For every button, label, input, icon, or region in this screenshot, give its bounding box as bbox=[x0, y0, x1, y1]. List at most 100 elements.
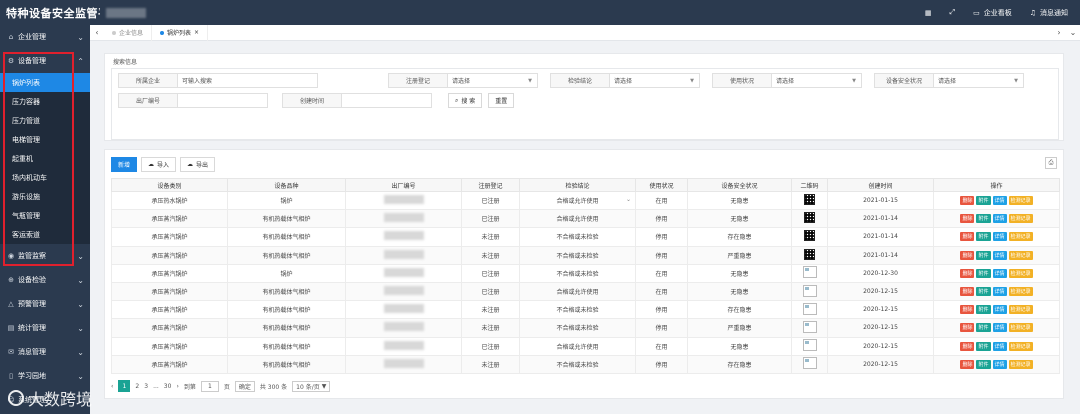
qrcode-image[interactable] bbox=[804, 212, 815, 224]
detail-button[interactable]: 详情 bbox=[992, 359, 1007, 369]
grid-icon[interactable]: ▦ bbox=[925, 9, 932, 17]
attachment-button[interactable]: 附件 bbox=[976, 305, 991, 315]
sidebar-sub-elevator[interactable]: 电梯管理 bbox=[0, 130, 90, 149]
cell-qrcode[interactable] bbox=[791, 190, 828, 211]
sidebar-sub-ropeway[interactable]: 客运索道 bbox=[0, 225, 90, 244]
inspection-record-button[interactable]: 检测记录 bbox=[1008, 268, 1033, 278]
sidebar-item-enterprise[interactable]: ⌂ 企业管理 ⌄ bbox=[0, 25, 90, 49]
attachment-button[interactable]: 附件 bbox=[976, 250, 991, 260]
attachment-button[interactable]: 附件 bbox=[976, 287, 991, 297]
cell-qrcode[interactable] bbox=[791, 318, 828, 338]
expand-icon[interactable]: ⤢ bbox=[949, 8, 955, 17]
sidebar-item-supervision[interactable]: ◉ 监管监察 ⌄ bbox=[0, 244, 90, 268]
detail-button[interactable]: 详情 bbox=[992, 305, 1007, 315]
col-qrcode[interactable]: 二维码 bbox=[791, 178, 828, 192]
cell-qrcode[interactable] bbox=[791, 281, 828, 302]
add-button[interactable]: 新增 bbox=[111, 157, 138, 172]
col-use-status[interactable]: 使用状况 bbox=[635, 178, 688, 192]
col-create-time[interactable]: 创建时间 bbox=[827, 178, 934, 192]
conclusion-select[interactable]: 请选择 ▼ bbox=[610, 73, 700, 88]
sidebar-item-learning[interactable]: ▯ 学习园地 ⌄ bbox=[0, 364, 90, 388]
detail-button[interactable]: 详情 bbox=[992, 287, 1007, 297]
sidebar-sub-pressure-pipe[interactable]: 压力管道 bbox=[0, 111, 90, 130]
sidebar-item-system[interactable]: ☺ 系统管理 ⌄ bbox=[0, 388, 90, 412]
chevron-right-icon[interactable]: › bbox=[1052, 28, 1066, 37]
broken-image-icon[interactable] bbox=[802, 357, 817, 370]
attachment-button[interactable]: 附件 bbox=[976, 268, 991, 278]
delete-button[interactable]: 删除 bbox=[960, 232, 975, 242]
inspection-record-button[interactable]: 检测记录 bbox=[1008, 196, 1033, 206]
attachment-button[interactable]: 附件 bbox=[976, 196, 991, 206]
safety-select[interactable]: 请选择 ▼ bbox=[934, 73, 1024, 88]
detail-button[interactable]: 详情 bbox=[992, 196, 1007, 206]
col-category[interactable]: 设备类别 bbox=[111, 178, 228, 192]
col-registration[interactable]: 注册登记 bbox=[461, 178, 520, 192]
cell-qrcode[interactable] bbox=[791, 300, 828, 320]
sidebar-sub-pressure-vessel[interactable]: 压力容器 bbox=[0, 92, 90, 111]
delete-button[interactable]: 删除 bbox=[960, 305, 975, 315]
sidebar-sub-cylinder[interactable]: 气瓶管理 bbox=[0, 206, 90, 225]
inspection-record-button[interactable]: 检测记录 bbox=[1008, 287, 1033, 297]
enterprise-board-link[interactable]: ▭ 企业看板 bbox=[973, 8, 1012, 18]
inspection-record-button[interactable]: 检测记录 bbox=[1008, 341, 1033, 351]
import-button[interactable]: ☁ 导入 bbox=[141, 157, 177, 172]
chevron-left-icon[interactable]: ‹ bbox=[90, 28, 104, 37]
col-actions[interactable]: 操作 bbox=[933, 178, 1060, 192]
sidebar-sub-crane[interactable]: 起重机 bbox=[0, 149, 90, 168]
broken-image-icon[interactable] bbox=[802, 266, 817, 279]
sidebar-item-equipment[interactable]: ⚙ 设备管理 ⌃ bbox=[0, 49, 90, 73]
chevron-down-icon[interactable]: ⌄ bbox=[626, 196, 631, 203]
goto-page-input[interactable]: 1 bbox=[200, 380, 219, 392]
chevron-right-icon[interactable]: › bbox=[176, 383, 178, 390]
delete-button[interactable]: 删除 bbox=[960, 214, 975, 224]
detail-button[interactable]: 详情 bbox=[992, 232, 1007, 242]
cell-qrcode[interactable] bbox=[791, 354, 828, 374]
page-1[interactable]: 1 bbox=[118, 380, 131, 392]
inspection-record-button[interactable]: 检测记录 bbox=[1008, 359, 1033, 369]
cell-qrcode[interactable] bbox=[791, 209, 828, 229]
registration-select[interactable]: 请选择 ▼ bbox=[448, 73, 538, 88]
qrcode-image[interactable] bbox=[804, 194, 815, 206]
attachment-button[interactable]: 附件 bbox=[976, 214, 991, 224]
attachment-button[interactable]: 附件 bbox=[976, 232, 991, 242]
qrcode-image[interactable] bbox=[804, 248, 815, 260]
attachment-button[interactable]: 附件 bbox=[976, 341, 991, 351]
chevron-down-icon[interactable]: ⌄ bbox=[1066, 28, 1080, 37]
delete-button[interactable]: 删除 bbox=[960, 196, 975, 206]
tab-boiler-list[interactable]: 锅炉列表 × bbox=[152, 24, 209, 41]
page-3[interactable]: 3 bbox=[144, 383, 148, 390]
chevron-left-icon[interactable]: ‹ bbox=[111, 383, 113, 390]
search-button[interactable]: ⌕ 搜 索 bbox=[448, 93, 483, 108]
export-button[interactable]: ☁ 导出 bbox=[180, 157, 216, 172]
detail-button[interactable]: 详情 bbox=[992, 268, 1007, 278]
attachment-button[interactable]: 附件 bbox=[976, 323, 991, 333]
page-30[interactable]: 30 bbox=[164, 383, 172, 390]
attachment-button[interactable]: 附件 bbox=[976, 359, 991, 369]
inspection-record-button[interactable]: 检测记录 bbox=[1008, 214, 1033, 224]
col-factory-no[interactable]: 出厂编号 bbox=[345, 178, 462, 192]
sidebar-sub-vehicle[interactable]: 场内机动车 bbox=[0, 168, 90, 187]
inspection-record-button[interactable]: 检测记录 bbox=[1008, 232, 1033, 242]
detail-button[interactable]: 详情 bbox=[992, 323, 1007, 333]
broken-image-icon[interactable] bbox=[802, 302, 817, 315]
delete-button[interactable]: 删除 bbox=[960, 287, 975, 297]
cell-qrcode[interactable] bbox=[791, 227, 828, 247]
cell-qrcode[interactable] bbox=[791, 245, 828, 265]
enterprise-input[interactable]: 可输入搜索 bbox=[178, 73, 318, 88]
delete-button[interactable]: 删除 bbox=[960, 341, 975, 351]
tab-enterprise-info[interactable]: 企业信息 bbox=[104, 24, 153, 41]
use-status-select[interactable]: 请选择 ▼ bbox=[772, 73, 862, 88]
broken-image-icon[interactable] bbox=[802, 320, 817, 333]
delete-button[interactable]: 删除 bbox=[960, 323, 975, 333]
sidebar-item-warning[interactable]: △ 预警管理 ⌄ bbox=[0, 292, 90, 316]
reset-button[interactable]: 重置 bbox=[488, 93, 515, 108]
delete-button[interactable]: 删除 bbox=[960, 359, 975, 369]
sidebar-sub-amusement[interactable]: 游乐设施 bbox=[0, 187, 90, 206]
qrcode-image[interactable] bbox=[804, 230, 815, 242]
create-time-input[interactable] bbox=[342, 93, 432, 108]
inspection-record-button[interactable]: 检测记录 bbox=[1008, 250, 1033, 260]
col-variety[interactable]: 设备品种 bbox=[227, 178, 346, 192]
col-safety[interactable]: 设备安全状况 bbox=[687, 178, 792, 192]
broken-image-icon[interactable] bbox=[802, 284, 817, 297]
close-icon[interactable]: × bbox=[194, 29, 199, 36]
